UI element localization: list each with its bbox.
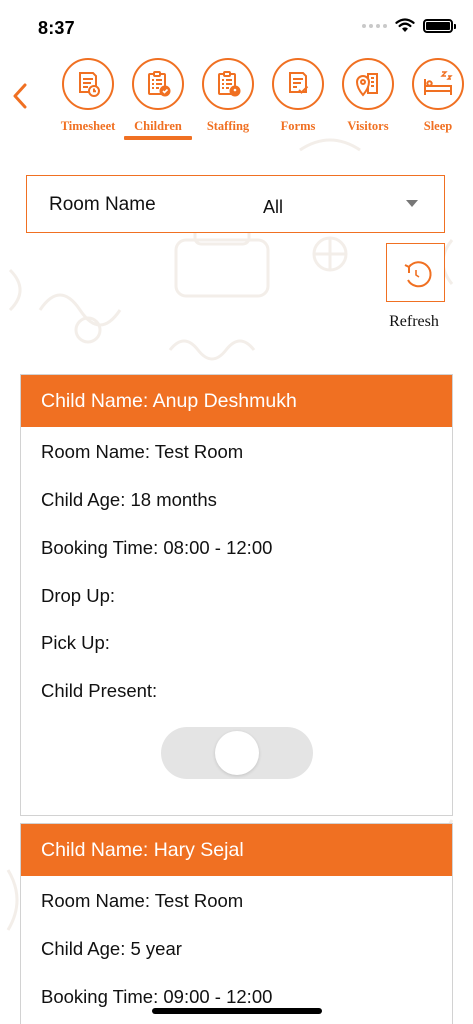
tab-label: Timesheet — [60, 119, 116, 133]
tab-sleep[interactable]: Sleep — [402, 56, 473, 146]
tab-timesheet[interactable]: Timesheet — [52, 56, 124, 146]
module-tabs: Timesheet Children Staffing Forms Visito… — [48, 56, 473, 146]
child-name: Child Name: Anup Deshmukh — [41, 389, 297, 412]
refresh-icon — [404, 260, 432, 287]
timesheet-icon — [62, 58, 114, 110]
refresh-label: Refresh — [389, 313, 439, 330]
battery-icon — [423, 18, 456, 33]
child-present-toggle[interactable] — [161, 727, 313, 779]
child-card-header[interactable]: Child Name: Anup Deshmukh — [21, 375, 452, 427]
child-drop-up: Drop Up: — [41, 585, 116, 606]
tab-visitors[interactable]: Visitors — [332, 56, 404, 146]
child-pick-up: Pick Up: — [41, 632, 110, 653]
home-indicator — [152, 1008, 322, 1014]
signal-icon — [362, 23, 387, 28]
tab-forms[interactable]: Forms — [262, 56, 334, 146]
toggle-knob — [215, 731, 259, 775]
room-name-dropdown[interactable]: Room Name All — [26, 175, 445, 233]
tab-label: Sleep — [423, 119, 453, 133]
child-booking-time: Booking Time: 08:00 - 12:00 — [41, 537, 273, 558]
child-card: Child Name: Hary Sejal Room Name: Test R… — [20, 823, 453, 1024]
chevron-left-icon — [13, 83, 27, 109]
wifi-icon — [395, 18, 415, 32]
tab-label: Children — [134, 119, 182, 133]
tab-label: Staffing — [206, 119, 250, 133]
tab-selected-indicator — [124, 136, 192, 140]
children-icon — [132, 58, 184, 110]
child-card: Child Name: Anup Deshmukh Room Name: Tes… — [20, 374, 453, 816]
tab-label: Forms — [280, 119, 316, 133]
child-booking-time: Booking Time: 09:00 - 12:00 — [41, 986, 273, 1007]
tab-children[interactable]: Children — [122, 56, 194, 146]
status-time: 8:37 — [38, 18, 75, 38]
room-name-selected-value: All — [263, 197, 284, 217]
refresh-button[interactable] — [386, 243, 445, 302]
screen: 8:37 Timesheet Children Staffing Forms V… — [0, 0, 473, 1024]
child-age: Child Age: 5 year — [41, 938, 182, 959]
tab-staffing[interactable]: Staffing — [192, 56, 264, 146]
child-name: Child Name: Hary Sejal — [41, 838, 244, 861]
back-button[interactable] — [6, 78, 34, 114]
child-age: Child Age: 18 months — [41, 489, 217, 510]
staffing-icon — [202, 58, 254, 110]
child-present-label: Child Present: — [41, 680, 158, 701]
caret-down-icon — [406, 200, 418, 207]
child-room-name: Room Name: Test Room — [41, 890, 244, 911]
child-room-name: Room Name: Test Room — [41, 441, 244, 462]
room-name-label: Room Name — [49, 194, 156, 215]
status-indicators — [362, 18, 456, 33]
status-bar: 8:37 — [0, 0, 473, 56]
forms-icon — [272, 58, 324, 110]
child-card-header[interactable]: Child Name: Hary Sejal — [21, 824, 452, 876]
tab-label: Visitors — [347, 119, 389, 133]
visitors-icon — [342, 58, 394, 110]
sleep-icon — [412, 58, 464, 110]
